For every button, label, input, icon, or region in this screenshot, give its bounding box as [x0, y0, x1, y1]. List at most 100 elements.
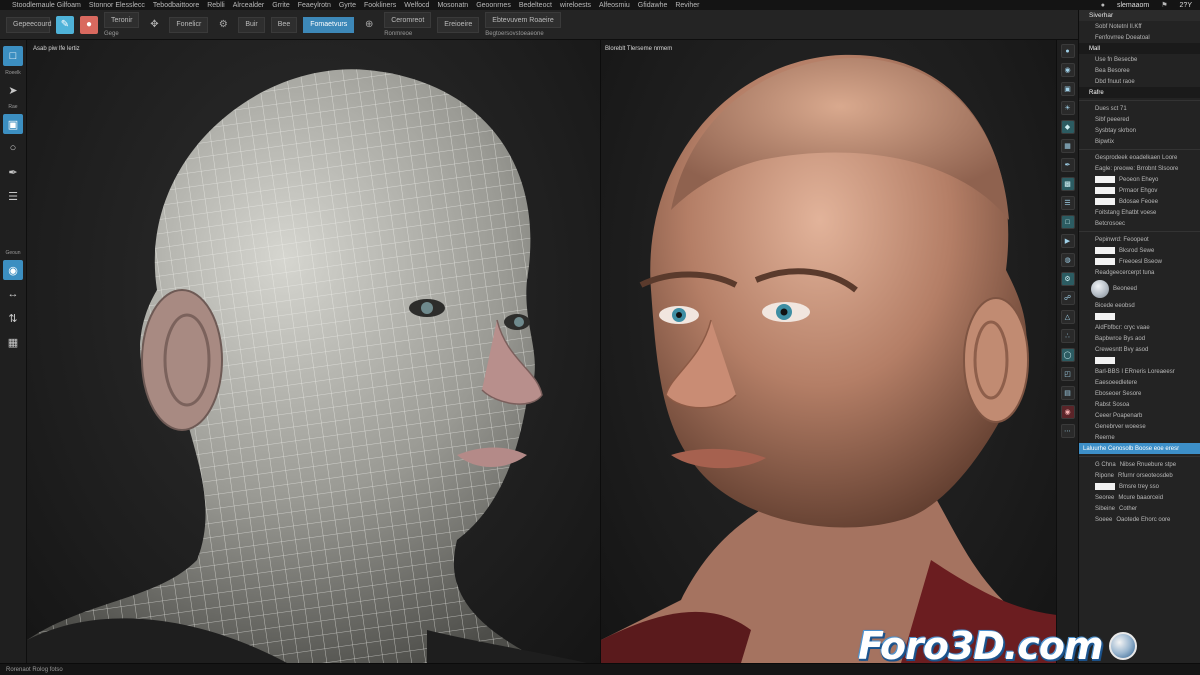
panel-layers-icon[interactable]: ☰: [1060, 196, 1075, 210]
user-label[interactable]: slemaaom: [1117, 2, 1149, 9]
menu-item-13[interactable]: Bedelteoct: [515, 2, 556, 9]
move-icon[interactable]: ✥: [145, 16, 163, 34]
panel-swatch-row[interactable]: [1079, 355, 1200, 366]
panel-row[interactable]: Ceeer Poapenarb: [1079, 410, 1200, 421]
panel-row[interactable]: Seoree Mcure baaorceid: [1079, 492, 1200, 503]
transform-tool-icon[interactable]: ⇅: [3, 308, 23, 328]
panel-sphere-icon[interactable]: ●: [1060, 44, 1075, 58]
frame-tool-icon[interactable]: ▣: [3, 114, 23, 134]
panel-row[interactable]: Pepinwrd: Feoopeot: [1079, 234, 1200, 245]
panel-swatch-row[interactable]: Bdosae Feoee: [1079, 196, 1200, 207]
color-swatch[interactable]: [1095, 176, 1115, 183]
panel-data-icon[interactable]: △: [1060, 310, 1075, 324]
menu-item-15[interactable]: Alfeosmiu: [595, 2, 634, 9]
select-tool-icon[interactable]: □: [3, 46, 23, 66]
material-preview-row[interactable]: Beoneed: [1079, 278, 1200, 300]
viewport-wireframe[interactable]: Asab piw lfe lertiz: [27, 40, 600, 663]
menu-item-11[interactable]: Mosonatn: [433, 2, 472, 9]
menu-item-6[interactable]: Grrite: [268, 2, 294, 9]
toolbar-button-d[interactable]: Bee: [270, 16, 298, 33]
panel-row[interactable]: Reerne: [1079, 432, 1200, 443]
panel-swatch-row[interactable]: Bksrod Sewe: [1079, 245, 1200, 256]
panel-eye-icon[interactable]: ◉: [1060, 63, 1075, 77]
material-sphere-preview[interactable]: [1091, 280, 1109, 298]
panel-row[interactable]: Dbd fnuut raoe: [1079, 76, 1200, 87]
panel-swatch-row[interactable]: Prmaor Ehgov: [1079, 185, 1200, 196]
mask-tool-icon[interactable]: ▦: [3, 332, 23, 352]
panel-modifier-icon[interactable]: ⚙: [1060, 272, 1075, 286]
settings-icon[interactable]: ⚙: [214, 16, 232, 34]
panel-row[interactable]: Sibf peeered: [1079, 114, 1200, 125]
panel-uv-icon[interactable]: □: [1060, 215, 1075, 229]
panel-swatch-row[interactable]: Peoeon Eheyo: [1079, 174, 1200, 185]
menu-item-8[interactable]: Gyrte: [335, 2, 360, 9]
panel-swatch-row[interactable]: Bmsre trey sso: [1079, 481, 1200, 492]
panel-misc-icon[interactable]: ⋯: [1060, 424, 1075, 438]
menu-item-2[interactable]: Stonnor Elesslecc: [85, 2, 149, 9]
panel-row[interactable]: Genebrver woeese: [1079, 421, 1200, 432]
color-swatch[interactable]: [1095, 247, 1115, 254]
color-swatch[interactable]: [1095, 483, 1115, 490]
panel-row[interactable]: Eboseoer Sesore: [1079, 388, 1200, 399]
toolbar-button-g[interactable]: Ereioeire: [437, 16, 480, 33]
panel-swatch-row[interactable]: Freeoesl Bseow: [1079, 256, 1200, 267]
menu-item-1[interactable]: Stoodlemaule Gilfoam: [8, 2, 85, 9]
toolbar-button-b[interactable]: Fonelicr: [169, 16, 209, 33]
panel-row[interactable]: Foitstang Ehatbt voese: [1079, 207, 1200, 218]
toolbar-button-f[interactable]: Ceromreot: [384, 12, 432, 28]
panel-grid-icon[interactable]: ▦: [1060, 139, 1075, 153]
panel-row[interactable]: Soeee Oaotede Ehorc oore: [1079, 514, 1200, 525]
color-swatch[interactable]: [1095, 198, 1115, 205]
panel-output-icon[interactable]: ▤: [1060, 386, 1075, 400]
panel-row[interactable]: Rabst Sosoa: [1079, 399, 1200, 410]
panel-section-mall[interactable]: Mall: [1079, 43, 1200, 54]
menu-item-7[interactable]: Feaeylrotn: [294, 2, 335, 9]
panel-row[interactable]: AldFbfbcr: cryc vaae: [1079, 322, 1200, 333]
color-swatch[interactable]: [1095, 313, 1115, 320]
color-swatch[interactable]: [1095, 357, 1115, 364]
brush-tool-icon[interactable]: ✒: [3, 162, 23, 182]
panel-light-icon[interactable]: ☀: [1060, 101, 1075, 115]
panel-physics-icon[interactable]: ◍: [1060, 253, 1075, 267]
panel-header[interactable]: Siverhar: [1079, 10, 1200, 21]
panel-scene-icon[interactable]: ◰: [1060, 367, 1075, 381]
panel-constraint-icon[interactable]: ☍: [1060, 291, 1075, 305]
color-swatch[interactable]: [1095, 258, 1115, 265]
menu-item-17[interactable]: Reviher: [671, 2, 703, 9]
panel-row[interactable]: Fenfovrree Doeatoal: [1079, 32, 1200, 43]
sculpt-mode-icon[interactable]: ✎: [56, 15, 74, 34]
user-icon[interactable]: ●: [1097, 2, 1109, 9]
notification-icon[interactable]: ⚑: [1157, 1, 1171, 9]
menu-item-3[interactable]: Tebodbaittoore: [149, 2, 203, 9]
panel-row[interactable]: Barl-BBS I ERneris Loreaeesr: [1079, 366, 1200, 377]
panel-group-label[interactable]: Gesprodeek eoadelkaen Loore: [1079, 152, 1200, 163]
panel-row[interactable]: Betcrosoec: [1079, 218, 1200, 229]
panel-row[interactable]: Sibeine Cother: [1079, 503, 1200, 514]
lasso-tool-icon[interactable]: ○: [3, 138, 23, 158]
panel-record-icon[interactable]: ◉: [1060, 405, 1075, 419]
panel-row[interactable]: Ripone Rfurnr orseoteosdeb: [1079, 470, 1200, 481]
menu-item-16[interactable]: Gfidawhe: [634, 2, 672, 9]
panel-row[interactable]: Sysbtay skrbon: [1079, 125, 1200, 136]
panel-world-icon[interactable]: ◯: [1060, 348, 1075, 362]
panel-row[interactable]: Bea Besoree: [1079, 65, 1200, 76]
panel-camera-icon[interactable]: ▣: [1060, 82, 1075, 96]
panel-material-icon[interactable]: ◆: [1060, 120, 1075, 134]
toolbar-button-c[interactable]: Buir: [238, 16, 265, 33]
panel-texture-icon[interactable]: ▩: [1060, 177, 1075, 191]
panel-brush-icon[interactable]: ✒: [1060, 158, 1075, 172]
menu-item-14[interactable]: wireloests: [556, 2, 595, 9]
menu-item-4[interactable]: Reblli: [203, 2, 229, 9]
panel-render-icon[interactable]: ▶: [1060, 234, 1075, 248]
panel-row[interactable]: Crewesntt Bvy asod: [1079, 344, 1200, 355]
symmetry-tool-icon[interactable]: ↔: [3, 284, 23, 304]
panel-row[interactable]: Bipwtix: [1079, 136, 1200, 147]
panel-row[interactable]: Dues sct 71: [1079, 103, 1200, 114]
panel-particles-icon[interactable]: ∴: [1060, 329, 1075, 343]
toolbar-field[interactable]: Ebtevuvem Roaeire: [485, 12, 561, 28]
paint-mode-icon[interactable]: ●: [80, 15, 98, 34]
panel-row[interactable]: Use fn Besecbe: [1079, 54, 1200, 65]
layers-tool-icon[interactable]: ☰: [3, 186, 23, 206]
menu-item-12[interactable]: Geoonrnes: [472, 2, 515, 9]
mode-selector[interactable]: Gepeecourd: [6, 16, 52, 33]
